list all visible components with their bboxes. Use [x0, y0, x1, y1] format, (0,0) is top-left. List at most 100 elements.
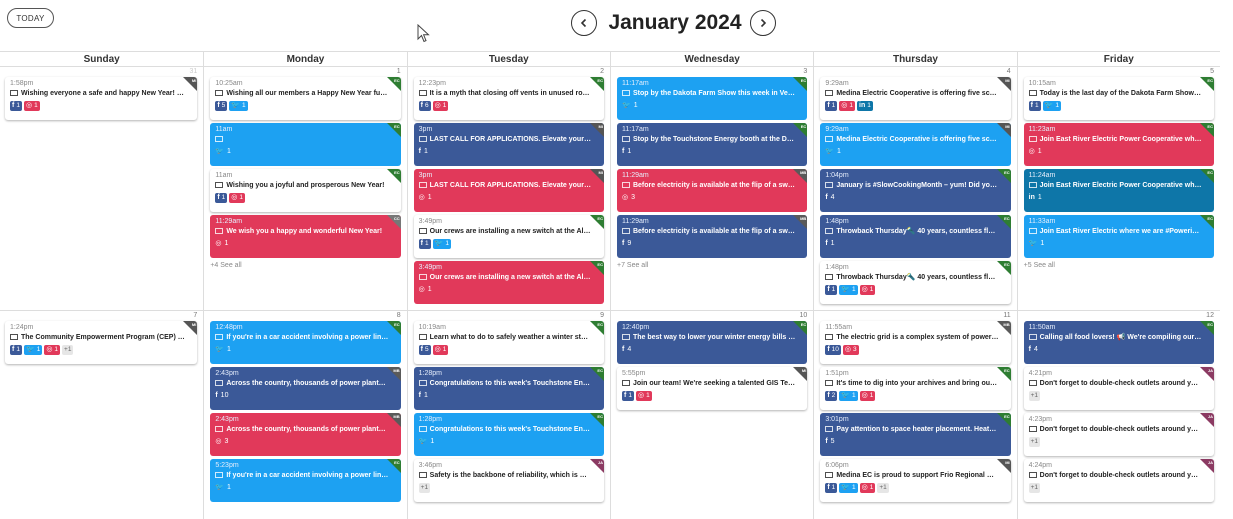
network-badges: ◎ 1 [419, 193, 600, 203]
ig-badge: ◎ 1 [44, 345, 61, 355]
ig-badge: ◎ 1 [859, 285, 876, 295]
scheduled-post[interactable]: MB 11:29am Before electricity is available… [616, 169, 808, 212]
scheduled-post[interactable]: MI 6:06pm Medina EC is proud to support Fr… [820, 459, 1011, 502]
scheduled-post[interactable]: MI 1:58pm Wishing everyone a safe and happ… [5, 77, 198, 120]
post-time: 3:49pm [418, 264, 443, 271]
network-badges: 🐦 1 [622, 101, 803, 111]
account-tag-label: MI [1005, 78, 1010, 83]
post-text-content: Wishing all our members a Happy New Year… [226, 90, 397, 97]
scheduled-post[interactable]: EC 12:40pm The best way to lower your wint… [616, 321, 808, 364]
post-text: Medina Electric Cooperative is offering … [825, 88, 1007, 99]
fb-icon: f [827, 392, 830, 399]
day-cell[interactable]: 8 EC 12:48pm If you're in a car accident in… [203, 311, 406, 519]
post-time: 1:48pm [825, 264, 849, 271]
scheduled-post[interactable]: EC 12:23pm It is a myth that closing off v… [413, 77, 604, 120]
scheduled-post[interactable]: EC 1:51pm It's time to dig into your archi… [820, 367, 1011, 410]
scheduled-post[interactable]: EC 1:04pm January is #SlowCookingMonth – y… [820, 169, 1011, 212]
scheduled-post[interactable]: EC 3:49pm Our crews are installing a new s… [413, 261, 604, 304]
scheduled-post[interactable]: MI 9:29am Medina Electric Cooperative is o… [820, 77, 1011, 120]
scheduled-post[interactable]: EC 5:23pm If you're in a car accident invo… [210, 459, 401, 502]
fb-badge: f1 [419, 391, 428, 401]
scheduled-post[interactable]: CC 11:29am We wish you a happy and wonderf… [210, 215, 401, 258]
day-cell[interactable]: 5 EC 10:15am Today is the last day of the D… [1016, 67, 1220, 310]
scheduled-post[interactable]: MI 1:24pm The Community Empowerment Progra… [5, 321, 198, 364]
scheduled-post[interactable]: EC 11am Wishing you a joyful and prosperou… [210, 169, 401, 212]
scheduled-post[interactable]: EC 3:01pm Pay attention to space heater pl… [820, 413, 1011, 456]
scheduled-post[interactable]: MI 3pm LAST CALL FOR APPLICATIONS. Elevate… [413, 123, 604, 166]
day-cell[interactable]: 3 EC 11:17am Stop by the Dakota Farm Show t… [609, 67, 813, 310]
day-cell[interactable]: 12 EC 11:50am Calling all food lovers! 📢 We… [1016, 311, 1220, 519]
scheduled-post[interactable]: EC 12:48pm If you're in a car accident inv… [210, 321, 401, 364]
scheduled-post[interactable]: MI 5:55pm Join our team! We're seeking a t… [616, 367, 808, 410]
see-all-link[interactable]: +5 See all [1024, 261, 1214, 271]
scheduled-post[interactable]: EC 1:28pm Congratulations to this week's T… [413, 367, 604, 410]
scheduled-post[interactable]: EC 10:25am Wishing all our members a Happy… [210, 77, 401, 120]
scheduled-post[interactable]: EC 11:24am Join East River Electric Power … [1023, 169, 1214, 212]
network-badges: ◎ 1 [1029, 147, 1210, 157]
post-text: Before electricity is available at the f… [621, 180, 803, 191]
week-row: 7 MI 1:24pm The Community Empowerment Progr… [0, 311, 1220, 519]
day-cell[interactable]: 31 MI 1:58pm Wishing everyone a safe and ha… [0, 67, 203, 310]
scheduled-post[interactable]: EC 11:17am Stop by the Touchstone Energy b… [616, 123, 808, 166]
scheduled-post[interactable]: MB 2:43pm Across the country, thousands of… [210, 367, 401, 410]
image-icon [1028, 136, 1037, 142]
fb-icon: f [825, 438, 828, 445]
ig-icon: ◎ [1028, 148, 1035, 155]
badge-count: 1 [242, 102, 246, 109]
account-tag-label: EC [597, 368, 603, 373]
network-badges: 🐦 1 [215, 147, 396, 157]
post-time: 12:40pm [621, 324, 650, 331]
scheduled-post[interactable]: EC 1:28pm Congratulations to this week's T… [413, 413, 604, 456]
scheduled-post[interactable]: EC 11:23am Join East River Electric Power … [1023, 123, 1214, 166]
scheduled-post[interactable]: EC 11:50am Calling all food lovers! 📢 We'r… [1023, 321, 1214, 364]
scheduled-post[interactable]: EC 11:17am Stop by the Dakota Farm Show th… [616, 77, 808, 120]
scheduled-post[interactable]: JA 4:24pm Don't forget to double-check out… [1023, 459, 1214, 502]
scheduled-post[interactable]: MB 11:55am The electric grid is a complex … [820, 321, 1011, 364]
scheduled-post[interactable]: JA 3:46pm Safety is the backbone of reliab… [413, 459, 604, 502]
scheduled-post[interactable]: MB 2:43pm Across the country, thousands of… [210, 413, 401, 456]
see-all-link[interactable]: +4 See all [210, 261, 400, 271]
image-icon [215, 90, 224, 96]
scheduled-post[interactable]: EC 3:49pm Our crews are installing a new s… [413, 215, 604, 258]
day-cell[interactable]: 7 MI 1:24pm The Community Empowerment Progr… [0, 311, 203, 519]
day-cell[interactable]: 1 EC 10:25am Wishing all our members a Happ… [203, 67, 406, 310]
ig-icon: ◎ [841, 102, 848, 109]
scheduled-post[interactable]: EC 10:15am Today is the last day of the Da… [1023, 77, 1214, 120]
scheduled-post[interactable]: EC 11am 🐦 1 [210, 123, 401, 166]
scheduled-post[interactable]: MI 9:29am Medina Electric Cooperative is o… [820, 123, 1011, 166]
ig-icon: ◎ [434, 102, 441, 109]
day-cell[interactable]: 1 1 MB 11:55am The electric grid is a comple… [813, 311, 1016, 519]
scheduled-post[interactable]: MB 11:29am Before electricity is available… [616, 215, 808, 258]
post-text-content: Join our team! We're seeking a talented … [632, 380, 804, 387]
scheduled-post[interactable]: JA 4:21pm Don't forget to double-check out… [1023, 367, 1214, 410]
today-button[interactable]: TODAY [7, 8, 54, 28]
post-text-content: Today is the last day of the Dakota Farm… [1039, 90, 1210, 97]
day-number: 9 [600, 312, 604, 319]
ig-badge: ◎ 1 [229, 193, 246, 203]
scheduled-post[interactable]: EC 10:19am Learn what to do to safely weat… [413, 321, 604, 364]
network-badges: f 1 🐦 1 [1028, 101, 1210, 111]
scheduled-post[interactable]: EC 11:33am Join East River Electric where … [1023, 215, 1214, 258]
image-icon [215, 380, 224, 386]
fb-badge: f9 [622, 239, 631, 249]
scheduled-post[interactable]: JA 4:23pm Don't forget to double-check out… [1023, 413, 1214, 456]
ig-badge: ◎ 1 [432, 345, 449, 355]
day-cell[interactable]: 4 MI 9:29am Medina Electric Cooperative is … [813, 67, 1016, 310]
see-all-link[interactable]: +7 See all [617, 261, 807, 271]
next-month-button[interactable] [750, 10, 776, 36]
badge-count: 1 [869, 484, 874, 491]
account-tag-label: EC [800, 124, 807, 129]
previous-month-button[interactable] [571, 10, 597, 36]
fb-icon: f [827, 286, 830, 293]
day-cell[interactable]: 9 EC 10:19am Learn what to do to safely wea… [406, 311, 610, 519]
day-cell[interactable]: 2 EC 12:23pm It is a myth that closing off … [406, 67, 610, 310]
day-cell[interactable]: 10 EC 12:40pm The best way to lower your wi… [609, 311, 813, 519]
badge-count: 1 [16, 346, 20, 353]
scheduled-post[interactable]: EC 1:48pm Throwback Thursday🔦 40 years, co… [820, 261, 1011, 304]
badge-count: 1 [16, 102, 20, 109]
scheduled-post[interactable]: EC 1:48pm Throwback Thursday🔦 40 years, co… [820, 215, 1011, 258]
li-icon: in [1028, 194, 1035, 201]
scheduled-post[interactable]: MI 3pm LAST CALL FOR APPLICATIONS. Elevate… [413, 169, 604, 212]
badge-count: 1 [831, 484, 836, 491]
badge-count: 10 [220, 392, 229, 399]
